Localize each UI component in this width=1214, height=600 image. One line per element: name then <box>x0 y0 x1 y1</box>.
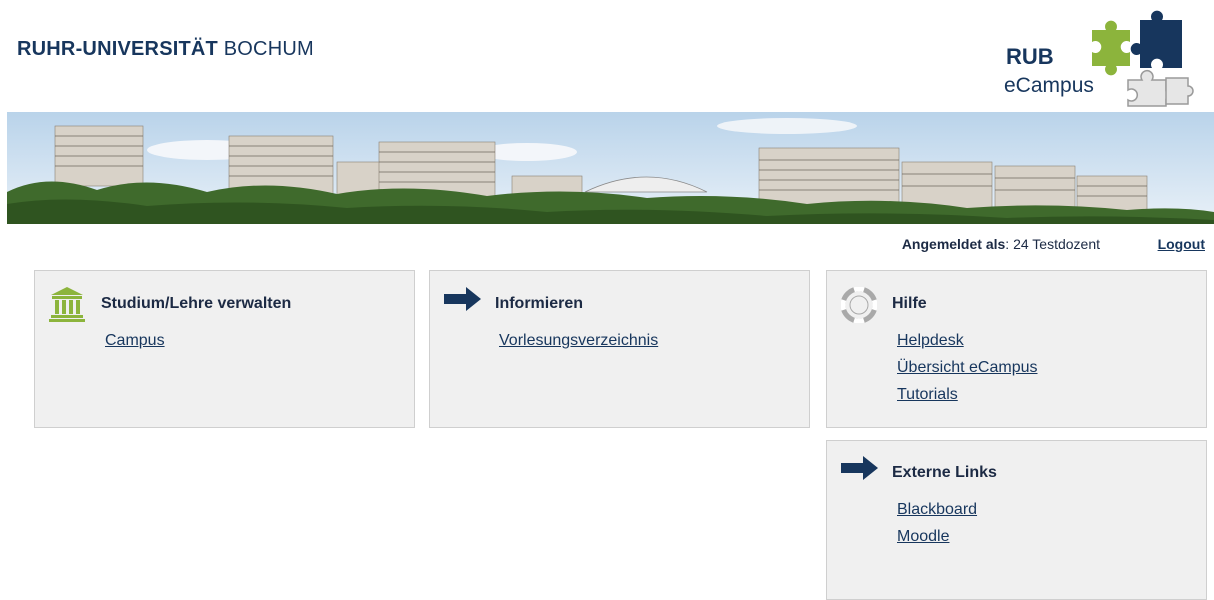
logo-ecampus-text: eCampus <box>1004 74 1094 97</box>
link-moodle[interactable]: Moodle <box>897 528 949 546</box>
logged-in-info: Angemeldet als: 24 Testdozent <box>902 236 1100 252</box>
link-uebersicht-ecampus[interactable]: Übersicht eCampus <box>897 359 1038 377</box>
link-vorlesungsverzeichnis[interactable]: Vorlesungsverzeichnis <box>499 332 658 350</box>
arrow-right-icon <box>841 456 878 480</box>
link-tutorials[interactable]: Tutorials <box>897 386 958 404</box>
logged-in-label: Angemeldet als <box>901 236 1006 252</box>
studium-box-title: Studium/Lehre verwalten <box>101 295 292 312</box>
university-brand: RUHR-UNIVERSITÄT BOCHUM <box>17 38 314 61</box>
rub-ecampus-logo[interactable]: RUB eCampus <box>1000 8 1200 108</box>
logo-rub-text: RUB <box>1006 44 1054 69</box>
university-building-icon <box>49 287 85 322</box>
link-blackboard[interactable]: Blackboard <box>897 501 977 519</box>
brand-bold: RUHR-UNIVERSITÄT <box>17 38 218 60</box>
externe-links-box: Externe Links Blackboard Moodle <box>826 440 1207 600</box>
lifebuoy-icon <box>841 287 877 323</box>
hilfe-box-title: Hilfe <box>892 295 927 312</box>
link-campus[interactable]: Campus <box>105 332 165 350</box>
brand-light: BOCHUM <box>223 38 314 60</box>
informieren-box: Informieren Vorlesungsverzeichnis <box>429 270 810 428</box>
studium-lehre-box: Studium/Lehre verwalten Campus <box>34 270 415 428</box>
campus-banner-image <box>7 112 1214 224</box>
link-helpdesk[interactable]: Helpdesk <box>897 332 964 350</box>
externe-links-box-title: Externe Links <box>892 464 997 481</box>
logged-in-user: : 24 Testdozent <box>1005 236 1100 252</box>
hilfe-box: Hilfe Helpdesk Übersicht eCampus Tutoria… <box>826 270 1207 428</box>
arrow-right-icon <box>444 287 481 311</box>
logout-link[interactable]: Logout <box>1158 236 1205 252</box>
informieren-box-title: Informieren <box>495 295 584 312</box>
